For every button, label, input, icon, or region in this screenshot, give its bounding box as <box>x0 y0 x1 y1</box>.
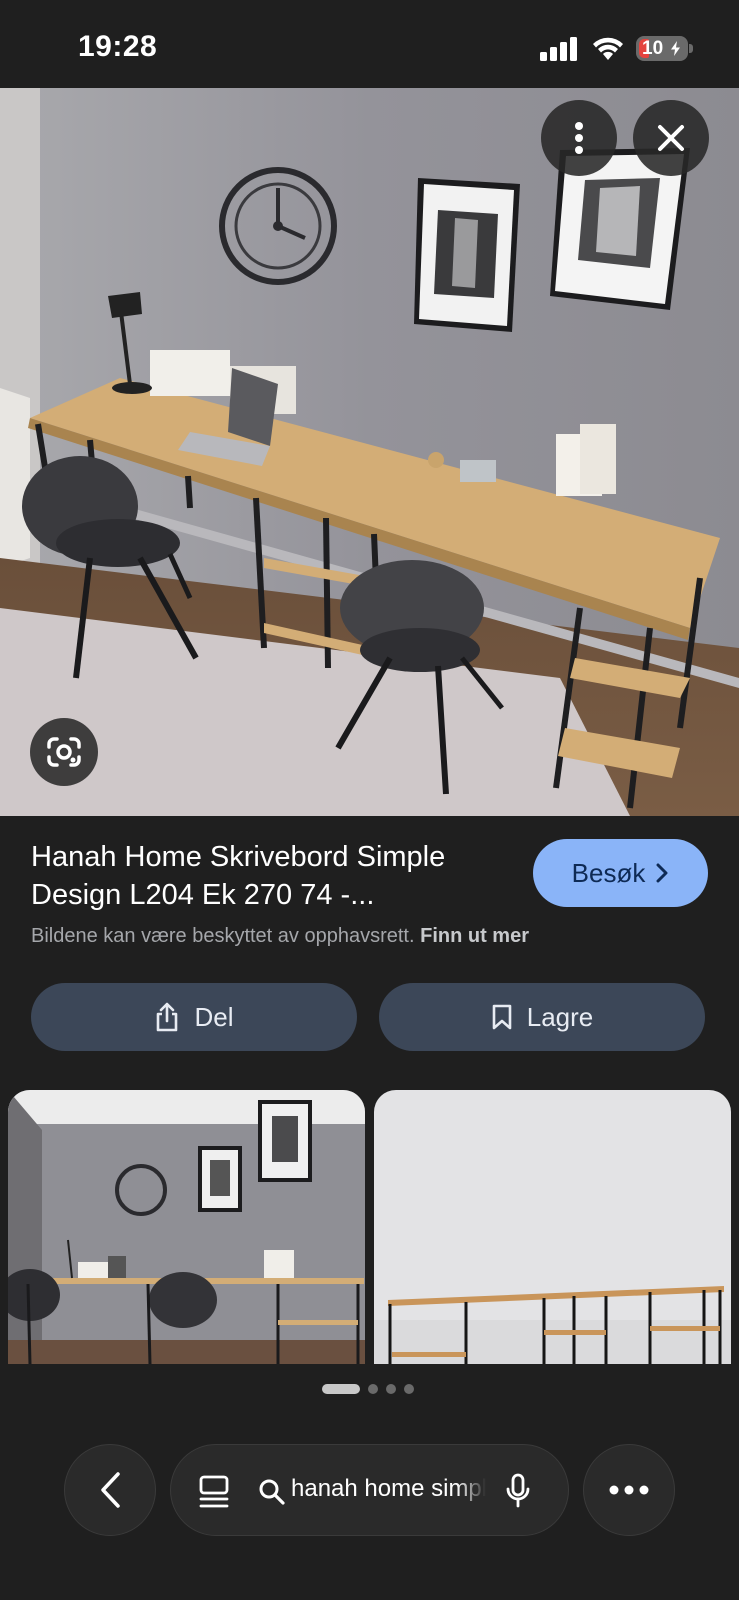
status-bar: 19:28 10 <box>0 0 739 88</box>
google-lens-icon <box>47 737 81 767</box>
chevron-left-icon <box>101 1472 120 1508</box>
related-image-2[interactable] <box>374 1090 731 1364</box>
bookmark-icon <box>492 1004 512 1030</box>
result-title[interactable]: Hanah Home Skrivebord Simple Design L204… <box>31 838 501 914</box>
share-icon <box>157 1002 178 1032</box>
related-desk-photo-1 <box>8 1090 365 1364</box>
related-desk-photo-2 <box>374 1090 731 1364</box>
page-dot <box>404 1384 414 1394</box>
chevron-right-icon <box>656 863 668 883</box>
desk-photo <box>0 88 739 816</box>
page-dot-active <box>322 1384 360 1394</box>
more-horiz-icon <box>609 1485 649 1495</box>
more-vert-icon <box>575 122 583 154</box>
close-button[interactable] <box>633 100 709 176</box>
search-query[interactable]: hanah home simple <box>291 1475 486 1507</box>
pagination-dots <box>322 1384 414 1394</box>
microphone-icon[interactable] <box>505 1473 531 1509</box>
charging-bolt-icon <box>671 41 680 56</box>
main-image[interactable] <box>0 88 739 816</box>
save-label: Lagre <box>526 1001 594 1032</box>
share-button[interactable]: Del <box>31 983 357 1051</box>
bottom-bar: hanah home simple <box>0 1430 739 1600</box>
copyright-text: Bildene kan være beskyttet av opphavsret… <box>31 925 415 947</box>
page-dot <box>386 1384 396 1394</box>
google-lens-button[interactable] <box>30 718 98 786</box>
more-options-button[interactable] <box>541 100 617 176</box>
share-label: Del <box>194 1001 234 1032</box>
close-icon <box>658 125 684 151</box>
battery-icon: 10 <box>636 36 693 61</box>
related-image-1[interactable] <box>8 1090 365 1364</box>
learn-more-link[interactable]: Finn ut mer <box>420 925 529 947</box>
visit-button[interactable]: Besøk <box>533 839 708 907</box>
tabs-icon[interactable] <box>199 1475 229 1509</box>
cellular-signal-icon <box>540 37 577 61</box>
more-menu-button[interactable] <box>583 1444 675 1536</box>
visit-label: Besøk <box>571 857 646 888</box>
search-icon <box>259 1479 285 1505</box>
battery-level: 10 <box>642 38 664 59</box>
status-time: 19:28 <box>78 30 158 63</box>
search-bar[interactable]: hanah home simple <box>170 1444 569 1536</box>
wifi-icon <box>593 37 623 60</box>
page-dot <box>368 1384 378 1394</box>
save-button[interactable]: Lagre <box>379 983 705 1051</box>
copyright-notice: Bildene kan være beskyttet av opphavsret… <box>31 925 529 948</box>
back-button[interactable] <box>64 1444 156 1536</box>
